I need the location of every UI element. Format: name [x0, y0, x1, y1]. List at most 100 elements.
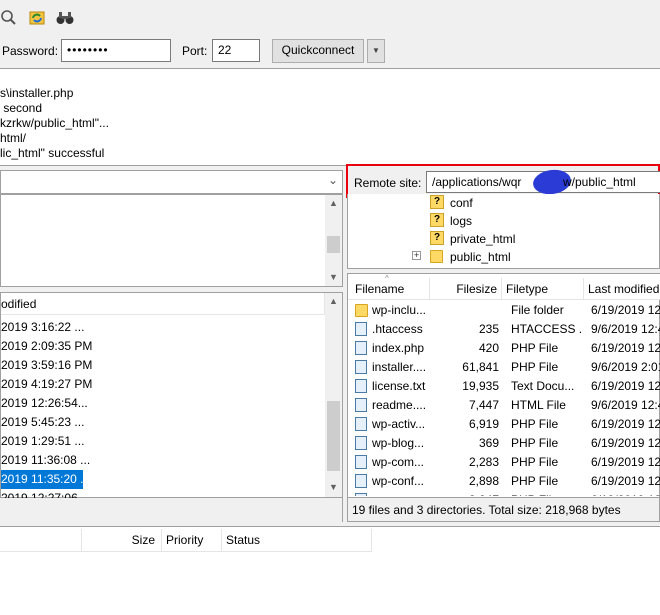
remote-file-row[interactable]: 3,847 PHP File 6/19/2019 12:: [348, 491, 660, 496]
column-header-filetype[interactable]: Filetype: [502, 278, 584, 300]
remote-file-row[interactable]: readme.... 7,447 HTML File 9/6/2019 12:4: [348, 396, 660, 415]
local-file-modified: 2019 3:59:16 PM: [1, 358, 93, 372]
remote-path-input[interactable]: /applications/wqr w/public_html: [426, 167, 660, 197]
find-files-icon[interactable]: [55, 8, 75, 28]
local-file-row[interactable]: 2019 5:45:23 ...: [1, 413, 85, 432]
file-size: 7,447: [468, 398, 499, 412]
remote-file-row[interactable]: wp-blog... 369 PHP File 6/19/2019 12:: [348, 434, 660, 453]
scroll-up-icon[interactable]: ▲: [325, 195, 342, 212]
remote-site-label: Remote site:: [354, 176, 422, 190]
php-file-icon: [355, 474, 367, 488]
sync-browse-icon[interactable]: [28, 8, 48, 28]
local-tree-scrollbar[interactable]: ▲ ▼: [325, 195, 342, 286]
quickconnect-dropdown-button[interactable]: ▼: [367, 39, 385, 63]
file-modified: 6/19/2019 12:: [591, 474, 660, 488]
port-label: Port:: [182, 44, 208, 58]
toolbar: [0, 0, 660, 36]
chevron-down-icon[interactable]: ⌄: [328, 173, 338, 187]
local-file-row[interactable]: 2019 3:59:16 PM: [1, 356, 92, 375]
file-type: PHP File: [511, 493, 581, 496]
local-file-modified: 2019 2:09:35 PM: [1, 339, 93, 353]
scroll-thumb[interactable]: [327, 236, 340, 253]
remote-file-row[interactable]: wp-conf... 2,898 PHP File 6/19/2019 12:: [348, 472, 660, 491]
question-folder-icon: ?: [430, 195, 444, 209]
local-file-row[interactable]: 2019 4:19:27 PM: [1, 375, 92, 394]
local-file-modified: 2019 11:35:20 ...: [1, 472, 91, 486]
file-type: PHP File: [511, 436, 559, 450]
file-type: PHP File: [511, 341, 559, 355]
local-file-row[interactable]: 2019 12:26:54...: [1, 394, 88, 413]
file-name: wp-conf...: [372, 474, 425, 488]
file-modified: 6/19/2019 12:: [591, 303, 660, 317]
search-filter-icon[interactable]: [0, 8, 20, 28]
file-name: installer....: [372, 360, 427, 374]
file-modified: 9/6/2019 12:4: [591, 322, 660, 336]
log-line: second: [0, 101, 43, 115]
column-header-blank[interactable]: [0, 529, 82, 551]
local-file-row[interactable]: 2019 1:29:51 ...: [1, 432, 84, 451]
column-header-filesize[interactable]: Filesize: [430, 278, 502, 300]
local-file-modified: 2019 5:45:23 ...: [1, 415, 85, 429]
file-modified: 6/19/2019 12:: [591, 417, 660, 431]
remote-file-row[interactable]: wp-com... 2,283 PHP File 6/19/2019 12:: [348, 453, 660, 472]
remote-file-row[interactable]: installer.... 61,841 PHP File 9/6/2019 2:01: [348, 358, 660, 377]
local-site-combo[interactable]: ⌄: [0, 170, 343, 194]
message-log: s\installer.php second kzrkw/public_html…: [0, 68, 660, 166]
tree-item-label: public_html: [450, 250, 511, 264]
file-type: File folder: [511, 303, 564, 317]
file-name: index.php: [372, 341, 425, 355]
log-line: html/: [0, 131, 27, 145]
file-size: 61,841: [462, 360, 499, 374]
local-file-modified: 2019 12:26:54...: [1, 396, 88, 410]
scroll-thumb[interactable]: [327, 401, 340, 471]
remote-file-row[interactable]: wp-activ... 6,919 PHP File 6/19/2019 12:: [348, 415, 660, 434]
file-modified: 6/19/2019 12:: [591, 379, 660, 393]
remote-path-text: /applications/wqr: [432, 175, 522, 189]
html-file-icon: [355, 398, 367, 412]
column-header-last-modified[interactable]: Last modified: [584, 278, 660, 300]
remote-directory-tree[interactable]: ? conf ? logs ? private_html + public_ht…: [347, 194, 660, 269]
scroll-up-icon[interactable]: ▲: [325, 293, 342, 310]
column-header-size[interactable]: Size: [82, 529, 162, 551]
local-file-row[interactable]: 2019 3:16:22 ...: [1, 318, 84, 337]
port-field[interactable]: 22: [212, 39, 260, 62]
column-header-filename[interactable]: Filename: [348, 278, 430, 300]
file-size: 369: [478, 436, 499, 450]
file-size: 235: [478, 322, 499, 336]
remote-file-row[interactable]: license.txt 19,935 Text Docu... 6/19/2019 1…: [348, 377, 660, 396]
local-directory-tree[interactable]: ▲ ▼: [0, 194, 343, 287]
log-line: lic_html" successful: [0, 146, 105, 160]
expand-icon[interactable]: +: [412, 251, 421, 260]
local-file-row[interactable]: 2019 2:09:35 PM: [1, 337, 92, 356]
transfer-queue[interactable]: Size Priority Status: [0, 526, 660, 615]
local-file-row[interactable]: 2019 11:36:08 ...: [1, 451, 90, 470]
file-name: readme....: [372, 398, 427, 412]
column-header-status[interactable]: Status: [222, 529, 372, 551]
column-header-priority[interactable]: Priority: [162, 529, 222, 551]
file-icon: [355, 322, 367, 336]
password-label: Password:: [2, 44, 59, 58]
folder-icon: [430, 250, 443, 263]
remote-file-row[interactable]: index.php 420 PHP File 6/19/2019 12:: [348, 339, 660, 358]
file-name: license.txt: [372, 379, 426, 393]
local-file-list[interactable]: odified 2019 3:16:22 ... 2019 2:09:35 PM 2…: [0, 292, 343, 505]
remote-file-row[interactable]: wp-inclu... File folder 6/19/2019 12:: [348, 301, 660, 320]
scroll-down-icon[interactable]: ▼: [325, 479, 342, 496]
php-file-icon: [355, 455, 367, 469]
password-field[interactable]: ••••••••: [61, 39, 171, 62]
remote-file-list[interactable]: ^ Filename Filesize Filetype Last modifi…: [347, 273, 660, 498]
quickconnect-button[interactable]: Quickconnect: [272, 39, 364, 63]
tree-item-label: private_html: [450, 232, 516, 246]
column-header-last-modified[interactable]: odified: [1, 293, 325, 315]
log-line: kzrkw/public_html"...: [0, 116, 109, 130]
remote-file-row[interactable]: .htaccess 235 HTACCESS ... 9/6/2019 12:4: [348, 320, 660, 339]
queue-header: Size Priority Status: [0, 527, 372, 552]
file-type: PHP File: [511, 455, 559, 469]
local-file-row[interactable]: 2019 11:35:20 ...: [1, 470, 90, 489]
question-folder-icon: ?: [430, 231, 444, 245]
file-size: 2,898: [468, 474, 499, 488]
local-list-scrollbar[interactable]: ▲ ▼: [325, 293, 342, 497]
file-type: PHP File: [511, 360, 559, 374]
scroll-down-icon[interactable]: ▼: [325, 269, 342, 286]
remote-path-suffix: w/public_html: [563, 175, 636, 189]
